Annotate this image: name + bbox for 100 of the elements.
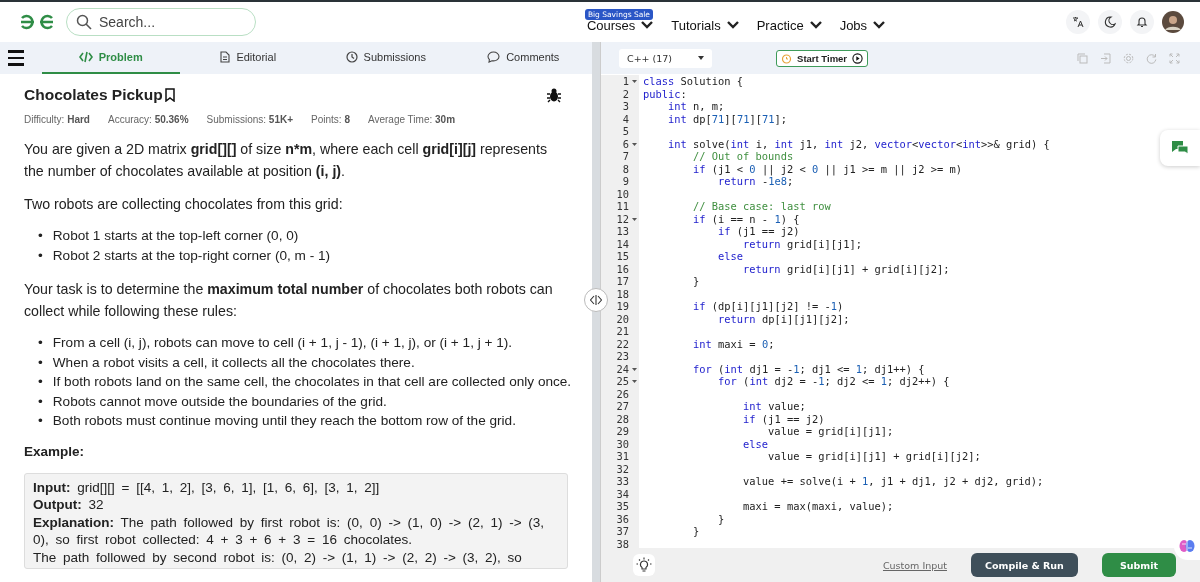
line-number: 9 [621,175,629,188]
play-icon [852,52,864,64]
fold-icon[interactable] [631,367,637,371]
tab[interactable]: Editorial [179,42,317,74]
bell-icon [1136,16,1148,28]
clock-icon [345,51,358,63]
code-line: return grid[i][j1]; [742,237,862,250]
list-item: Robots cannot move outside the boundaries of the grid. [52,392,387,411]
translate-button[interactable] [1066,10,1090,34]
fold-icon[interactable] [631,217,637,221]
nav-menu[interactable]: Practice [756,17,822,33]
example-text: Explanation: The path followed by first robot is: (0, 0) -> (1, 0) -> (2, 1) -> (3, 0), so first robot collected: 4 + 3 + 6 + 3 = 16 chocolates. [33,513,546,549]
bug-icon[interactable] [546,87,562,103]
code-line: value = grid[i][j1]; [767,425,894,437]
split-arrows-icon [590,295,602,305]
search-field[interactable]: Search... [66,8,256,36]
custom-input-link[interactable]: Custom Input [882,559,947,571]
line-number: 22 [615,337,629,350]
line-number: 33 [615,475,629,488]
line-number: 35 [615,500,629,513]
line-number: 23 [615,350,629,363]
list-item: Robot 1 starts at the top-left corner (0, 0) [52,227,299,245]
problem-title: Chocolates Pickup [24,86,163,104]
theme-button[interactable] [1098,10,1122,34]
line-number: 27 [615,400,629,413]
chevron-down-icon [726,21,739,29]
logo-icon[interactable] [18,14,56,30]
chat-icon [487,51,501,63]
line-number: 20 [615,312,629,325]
code-line: if (j1 == j2) [717,225,800,237]
paragraph: Two robots are collecting chocolates from this grid: [24,195,344,214]
caret-down-icon [698,56,705,60]
submit-button[interactable]: Submit [1101,553,1176,577]
line-number: 30 [615,437,629,450]
nav-menu[interactable]: Jobs [839,17,886,33]
translate-icon [1072,16,1084,28]
paragraph: You are given a 2D matrix grid[][] of size n*m, where each cell grid[i][j] represents the number of chocolates available at position (i, j). [24,140,549,181]
tab[interactable]: Submissions [317,42,455,74]
line-number: 26 [615,387,629,400]
list-item: When a robot visits a cell, it collects all the chocolates there. [52,353,415,372]
list-item: Robot 2 starts at the top-right corner (0, m - 1) [52,246,331,265]
code-line: int maxi = 0; [692,337,775,350]
chevron-down-icon [641,21,654,29]
meta-info: Difficulty: Hard [24,114,90,125]
line-number: 16 [615,262,629,275]
code-line: // Out of bounds [692,150,794,162]
bullet: • [38,353,43,372]
bookmark-icon[interactable] [164,88,175,102]
line-number: 5 [621,125,629,138]
line-number: 25 [615,375,629,388]
nav-menu[interactable]: Tutorials [671,17,739,33]
document-icon [220,51,231,63]
line-number: 11 [615,200,629,213]
meta-info: Accuracy: 50.36% [107,114,189,125]
line-number: 13 [615,225,629,238]
tab[interactable]: Comments [454,42,592,74]
bullet: • [38,412,43,430]
code-line: return grid[i][j1] + grid[i][j2]; [742,262,950,275]
paragraph: Your task is to determine the maximum total number of chocolates both robots can collect while following these rules: [24,280,554,321]
code-line: } [692,525,700,537]
code-line: if (j1 == j2) [742,412,825,425]
search-icon [76,14,92,30]
list-item: If both robots land on the same cell, the chocolates in that cell are collected only once. [52,373,572,391]
line-number: 37 [615,525,629,538]
meta-info: Submissions: 51K+ [206,114,293,125]
code-line: for (int dj1 = -1; dj1 <= 1; dj1++) { [692,362,925,375]
compile-run-button[interactable]: Compile & Run [971,553,1078,577]
line-number: 24 [615,362,629,375]
code-line: int value; [742,400,806,412]
code-line: if (j1 < 0 || j2 < 0 || j1 >= m || j2 >= m) [692,162,963,175]
line-number: 8 [621,162,629,175]
avatar[interactable] [1162,11,1184,33]
line-number: 28 [615,412,629,425]
bullet: • [38,392,43,411]
code-line: int solve(int i, int j1, int j2, vector<vector<int>>& grid) { [667,137,1050,150]
line-number: 34 [615,487,629,500]
code-line: if (dp[i][j1][j2] != -1) [692,300,844,312]
list-item: Both robots must continue moving until they reach the bottom row of the grid. [52,412,516,430]
line-number: 2 [621,87,629,100]
fold-icon[interactable] [631,80,637,83]
bullet: • [38,334,43,352]
tab[interactable]: Problem [42,42,180,74]
line-number: 17 [615,275,629,288]
code-line: // Base case: last row [692,200,831,212]
line-number: 10 [615,187,629,200]
line-number: 36 [615,512,629,525]
line-number: 19 [615,300,629,313]
notification-button[interactable] [1130,10,1154,34]
list-item: From a cell (i, j), robots can move to cell (i + 1, j - 1), (i + 1, j), or (i + 1, j + 1). [52,334,513,352]
hint-button[interactable] [633,554,655,576]
line-number: 38 [615,537,629,548]
line-number: 14 [615,237,629,250]
line-number: 1 [621,75,629,88]
fold-icon[interactable] [631,380,637,383]
example-text: The path followed by second robot is: (0, 2) -> (1, 1) -> (2, 2) -> (3, 2), so [33,548,523,566]
language-dropdown[interactable]: C++ (17) [619,48,713,68]
line-number: 32 [615,462,629,475]
fold-icon[interactable] [631,142,637,146]
chat-button[interactable] [1160,130,1200,166]
start-timer-button[interactable]: Start Timer [776,49,869,67]
